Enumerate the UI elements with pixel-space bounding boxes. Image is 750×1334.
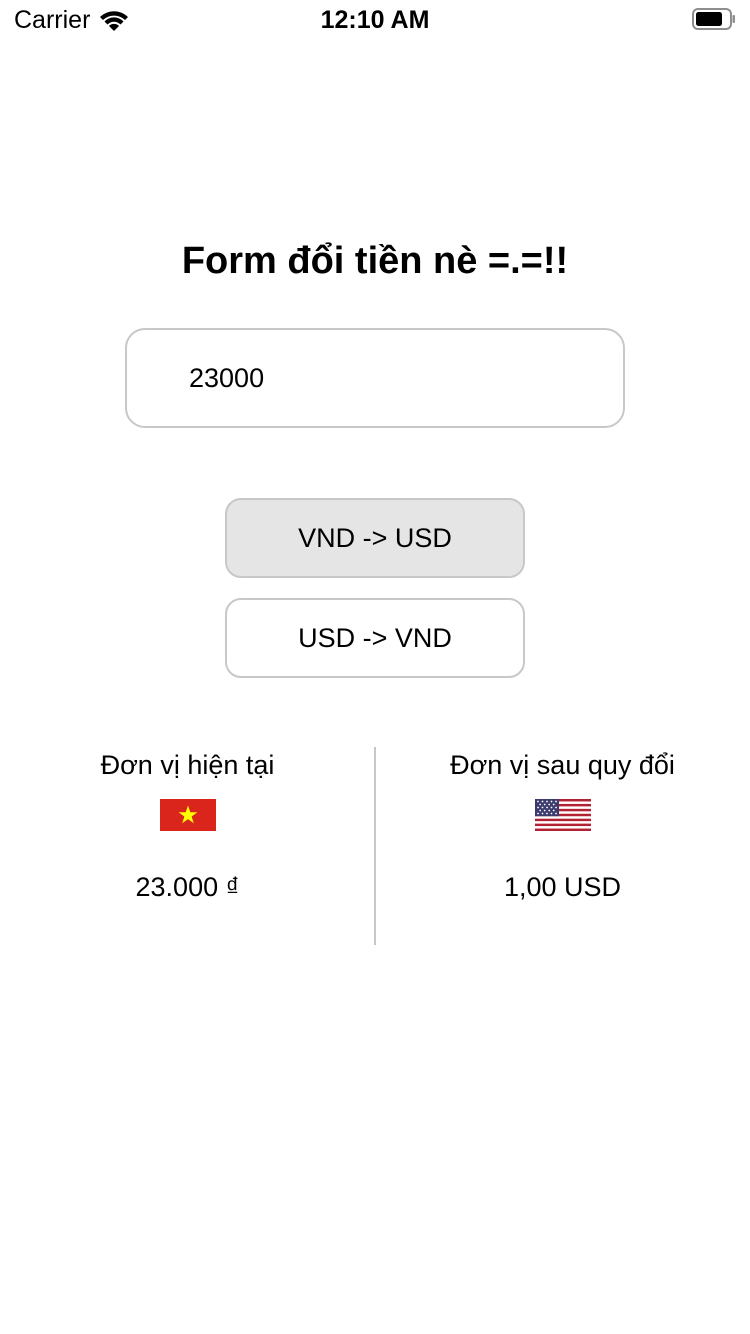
converted-value: 1,00 USD: [503, 872, 622, 902]
amount-input[interactable]: [125, 328, 625, 428]
battery-icon: [692, 8, 735, 30]
page-title: Form đổi tiền nè =.=!!: [181, 240, 569, 282]
vietnam-flag-icon: [159, 799, 216, 831]
current-value: 23.000 ₫: [135, 872, 240, 902]
converted-unit-panel: Đơn vị sau quy đổi 1,00 USD: [375, 745, 750, 907]
usd-to-vnd-button[interactable]: USD -> VND: [225, 598, 525, 678]
status-bar: Carrier 12:10 AM: [0, 0, 750, 40]
current-unit-panel: Đơn vị hiện tại 23.000 ₫: [0, 745, 375, 907]
app-screen: Carrier 12:10 AM Form đổi tiền nè =.=!! …: [0, 0, 750, 1334]
us-flag-icon: [534, 799, 591, 831]
converted-unit-label: Đơn vị sau quy đổi: [450, 750, 675, 780]
status-time: 12:10 AM: [320, 6, 430, 34]
current-unit-label: Đơn vị hiện tại: [100, 750, 275, 780]
vnd-to-usd-button[interactable]: VND -> USD: [225, 498, 525, 578]
